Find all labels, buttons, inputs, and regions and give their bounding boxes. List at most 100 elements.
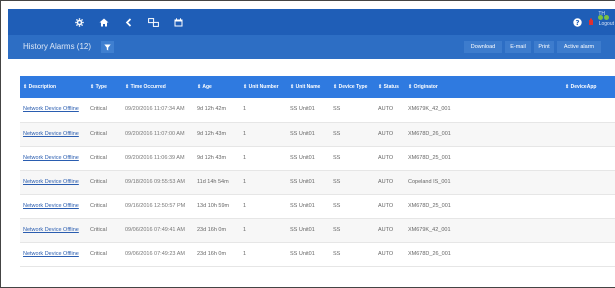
device-app [562,170,615,194]
alarm-originator: XM679K_42_001 [408,226,451,233]
column-header-description[interactable]: ⇕ Description [20,76,87,98]
alarm-description-link[interactable]: Network Device Offline [20,122,87,146]
alarm-status: AUTO [378,250,394,257]
table-header-row: ⇕ Description ⇕ Type ⇕ Time Occurred ⇕ A… [20,76,615,98]
alarm-originator: XM678D_25_001 [408,202,451,209]
device-type: SS [333,130,341,137]
alarm-status: AUTO [378,106,394,113]
device-app [562,194,615,218]
alarm-description-link[interactable]: Network Device Offline [20,194,87,218]
calendar-icon[interactable] [171,9,185,35]
unit-name: SS Unit01 [290,154,315,161]
download-button[interactable]: Download [464,41,502,53]
table-row[interactable]: Network Device Offline Critical 09/20/20… [20,122,615,146]
alarm-table: ⇕ Description ⇕ Type ⇕ Time Occurred ⇕ A… [20,76,615,267]
alarm-table-container: ⇕ Description ⇕ Type ⇕ Time Occurred ⇕ A… [20,76,615,272]
unit-name: SS Unit01 [290,106,315,113]
alarm-time: 09/16/2016 12:50:57 PM [125,202,186,209]
alarm-originator: XM678D_25_001 [408,154,451,161]
alarm-age: 13d 10h 59m [197,202,230,209]
table-row[interactable]: Network Device Offline Critical 09/06/20… [20,218,615,242]
print-button[interactable]: Print [534,41,554,53]
filter-button[interactable] [101,41,114,53]
page-titlebar: History Alarms (12) Download E-mail Prin… [8,35,615,59]
alarm-time: 09/06/2016 07:49:41 AM [125,226,185,233]
network-icon[interactable] [145,9,161,35]
alarm-status: AUTO [378,226,394,233]
column-header-unit-number[interactable]: ⇕ Unit Number [240,76,287,98]
alarm-type: Critical [90,130,107,137]
alarm-age: 9d 12h 43m [197,154,227,161]
alarm-age: 23d 16h 0m [197,250,227,257]
alarm-status: AUTO [378,202,394,209]
alarm-originator: XM679K_42_001 [408,106,451,113]
alarm-type: Critical [90,202,107,209]
alarm-originator: XM678D_26_001 [408,130,451,137]
device-type: SS [333,202,341,209]
unit-number: 1 [243,106,247,113]
table-row[interactable]: Network Device Offline Critical 09/06/20… [20,242,615,266]
user-initials: TH [598,11,605,17]
column-header-device-type[interactable]: ⇕ Device Type [330,76,375,98]
top-navbar: ? TH Logout [8,9,615,35]
device-type: SS [333,226,341,233]
alarm-type: Critical [90,154,107,161]
alarm-originator: Copeland IS_001 [408,178,451,185]
alarm-description-link[interactable]: Network Device Offline [20,146,87,170]
unit-name: SS Unit01 [290,202,315,209]
unit-name: SS Unit01 [290,250,315,257]
device-type: SS [333,178,341,185]
table-row[interactable]: Network Device Offline Critical 09/20/20… [20,98,615,122]
device-app [562,242,615,266]
alarm-description-link[interactable]: Network Device Offline [20,98,87,122]
device-app [562,122,615,146]
device-app [562,98,615,122]
alarm-time: 09/18/2016 09:55:53 AM [125,178,185,185]
alarm-icon[interactable] [586,9,596,35]
alarm-originator: XM678D_26_001 [408,250,451,257]
alarm-status: AUTO [378,178,394,185]
column-header-originator[interactable]: ⇕ Originator [405,76,562,98]
device-type: SS [333,250,341,257]
home-icon[interactable] [97,9,111,35]
alarm-age: 9d 12h 43m [197,130,227,137]
alarm-type: Critical [90,250,107,257]
column-header-unit-name[interactable]: ⇕ Unit Name [287,76,330,98]
column-header-type[interactable]: ⇕ Type [87,76,122,98]
filter-icon [104,44,111,50]
unit-number: 1 [243,226,247,233]
column-header-device-app[interactable]: ⇕ DeviceApp [562,76,615,98]
svg-text:?: ? [575,19,579,27]
alarm-type: Critical [90,106,107,113]
alarm-time: 09/20/2016 11:07:34 AM [125,106,185,113]
table-row[interactable]: Network Device Offline Critical 09/16/20… [20,194,615,218]
active-alarm-button[interactable]: Active alarm [557,41,601,53]
back-icon[interactable] [121,9,135,35]
unit-name: SS Unit01 [290,226,315,233]
column-header-time-occurred[interactable]: ⇕ Time Occurred [122,76,194,98]
column-header-age[interactable]: ⇕ Age [194,76,240,98]
logout-link[interactable]: Logout [599,21,614,27]
alarm-type: Critical [90,178,107,185]
alarm-age: 23d 16h 0m [197,226,227,233]
unit-number: 1 [243,178,247,185]
help-icon[interactable]: ? [571,9,583,35]
unit-number: 1 [243,154,247,161]
alarm-description-link[interactable]: Network Device Offline [20,242,87,266]
alarm-time: 09/20/2016 11:06:39 AM [125,154,185,161]
alarm-status: AUTO [378,130,394,137]
device-app [562,218,615,242]
gear-icon[interactable] [72,9,86,35]
unit-name: SS Unit01 [290,130,315,137]
table-row[interactable]: Network Device Offline Critical 09/18/20… [20,170,615,194]
alarm-time: 09/06/2016 07:49:23 AM [125,250,185,257]
alarm-description-link[interactable]: Network Device Offline [20,218,87,242]
column-header-status[interactable]: ⇕ Status [375,76,405,98]
table-row[interactable]: Network Device Offline Critical 09/20/20… [20,146,615,170]
alarm-type: Critical [90,226,107,233]
alarm-description-link[interactable]: Network Device Offline [20,170,87,194]
unit-number: 1 [243,202,247,209]
alarm-status: AUTO [378,154,394,161]
email-button[interactable]: E-mail [505,41,531,53]
unit-number: 1 [243,130,247,137]
